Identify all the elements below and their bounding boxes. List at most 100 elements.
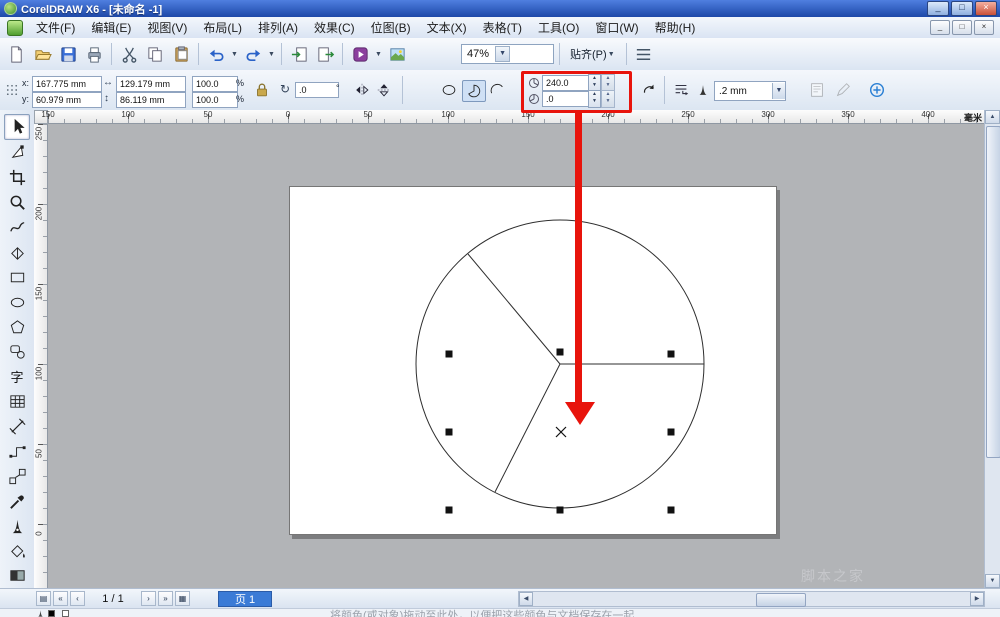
doc-close-button[interactable]: × (974, 20, 994, 35)
table-tool[interactable] (5, 390, 29, 414)
horizontal-ruler[interactable]: 毫米 15010050050100150200250300350400 (48, 110, 985, 124)
interactive-fill-tool[interactable] (5, 564, 29, 588)
handle-bottom-center[interactable] (557, 507, 564, 514)
polygon-tool[interactable] (5, 315, 29, 339)
rectangle-tool[interactable] (5, 265, 29, 289)
menu-item[interactable]: 帮助(H) (647, 17, 704, 38)
application-launcher-button[interactable] (348, 42, 372, 66)
dimension-tool[interactable] (5, 415, 29, 439)
menu-item[interactable]: 文本(X) (419, 17, 475, 38)
options-button[interactable] (632, 42, 656, 66)
welcome-screen-button[interactable] (385, 42, 409, 66)
outline-pen-tool[interactable] (5, 514, 29, 538)
menu-item[interactable]: 位图(B) (363, 17, 419, 38)
selection-center-marker[interactable] (556, 427, 566, 437)
pie-radius-upper-left[interactable] (468, 254, 560, 364)
menu-item[interactable]: 视图(V) (139, 17, 195, 38)
pie-mode-button[interactable] (462, 80, 486, 102)
shape-tool[interactable] (5, 141, 29, 165)
edit-shape-button[interactable] (832, 80, 854, 100)
pie-end-fine-stepper[interactable]: ▲▼ (601, 90, 615, 108)
scroll-left-button[interactable]: ◀ (519, 592, 533, 606)
connector-tool[interactable] (5, 440, 29, 464)
outline-width-dropdown-arrow[interactable]: ▼ (772, 83, 785, 99)
menu-item[interactable]: 工具(O) (530, 17, 587, 38)
paste-button[interactable] (169, 42, 193, 66)
ellipse-mode-button[interactable] (438, 80, 460, 100)
horizontal-scroll-thumb[interactable] (756, 593, 806, 607)
crop-tool[interactable] (5, 166, 29, 190)
handle-top-right[interactable] (668, 351, 675, 358)
open-button[interactable] (30, 42, 54, 66)
new-document-button[interactable] (4, 42, 28, 66)
close-button[interactable]: × (975, 1, 997, 16)
mirror-vertical-button[interactable] (374, 80, 394, 100)
menu-item[interactable]: 布局(L) (195, 17, 250, 38)
redo-dropdown-arrow[interactable]: ▼ (267, 51, 276, 58)
page-tab[interactable]: 页 1 (218, 591, 272, 607)
next-page-button[interactable]: › (141, 591, 156, 606)
eyedropper-tool[interactable] (5, 489, 29, 513)
handle-middle-left[interactable] (446, 429, 453, 436)
object-height-field[interactable]: 86.119 mm (116, 92, 186, 108)
menu-item[interactable]: 排列(A) (250, 17, 306, 38)
scale-v-field[interactable]: 100.0 (192, 92, 238, 108)
fill-tool[interactable] (5, 539, 29, 563)
handle-top-center[interactable] (557, 349, 564, 356)
zoom-level-combo[interactable]: 47% ▼ (461, 44, 554, 64)
print-button[interactable] (82, 42, 106, 66)
drawing-area[interactable]: 脚本之家 (48, 124, 985, 588)
ellipse-tool[interactable] (5, 290, 29, 314)
quick-customize-button[interactable] (866, 80, 888, 100)
snap-dropdown-arrow[interactable]: ▼ (607, 51, 616, 58)
change-direction-button[interactable] (638, 80, 660, 100)
x-position-field[interactable]: 167.775 mm (32, 76, 102, 92)
fill-color-chip[interactable] (62, 610, 69, 617)
pie-radius-lower-left[interactable] (495, 364, 560, 492)
handle-top-left[interactable] (446, 351, 453, 358)
doc-restore-button[interactable]: □ (952, 20, 972, 35)
cut-button[interactable] (117, 42, 141, 66)
lock-ratio-button[interactable] (252, 80, 272, 100)
redo-button[interactable] (241, 42, 265, 66)
menu-item[interactable]: 窗口(W) (587, 17, 646, 38)
text-properties-button[interactable] (806, 80, 828, 100)
basic-shapes-tool[interactable] (5, 340, 29, 364)
smart-fill-tool[interactable] (5, 240, 29, 264)
text-tool[interactable]: 字 (5, 365, 29, 389)
last-page-button[interactable]: » (158, 591, 173, 606)
menu-item[interactable]: 文件(F) (28, 17, 83, 38)
first-page-button[interactable]: « (53, 591, 68, 606)
handle-bottom-left[interactable] (446, 507, 453, 514)
outline-color-chip[interactable] (48, 610, 55, 617)
menu-item[interactable]: 效果(C) (306, 17, 363, 38)
export-button[interactable] (313, 42, 337, 66)
zoom-tool[interactable] (5, 191, 29, 215)
page-list-button[interactable]: ▤ (36, 591, 51, 606)
scroll-up-button[interactable]: ▲ (985, 110, 1000, 124)
vertical-scroll-thumb[interactable] (986, 126, 1000, 458)
object-width-field[interactable]: 129.179 mm (116, 76, 186, 92)
rotation-angle-field[interactable]: .0 (295, 82, 339, 98)
doc-minimize-button[interactable]: _ (930, 20, 950, 35)
copy-button[interactable] (143, 42, 167, 66)
scroll-right-button[interactable]: ▶ (970, 592, 984, 606)
import-button[interactable] (287, 42, 311, 66)
mirror-horizontal-button[interactable] (352, 80, 372, 100)
pie-end-angle-field[interactable]: .0 (542, 91, 590, 107)
pie-start-angle-field[interactable]: 240.0 (542, 75, 590, 91)
vertical-ruler[interactable]: 250200150100500 (34, 124, 48, 588)
menu-item[interactable]: 编辑(E) (83, 17, 139, 38)
pick-tool[interactable] (4, 114, 30, 140)
blend-tool[interactable] (5, 464, 29, 488)
restore-button[interactable]: □ (951, 1, 973, 16)
scroll-down-button[interactable]: ▼ (985, 574, 1000, 588)
pie-circle-object[interactable] (416, 220, 704, 508)
launcher-dropdown-arrow[interactable]: ▼ (374, 51, 383, 58)
menu-item[interactable]: 表格(T) (475, 17, 530, 38)
undo-button[interactable] (204, 42, 228, 66)
horizontal-scrollbar[interactable]: ◀ ▶ (518, 591, 985, 607)
outline-width-combo[interactable]: .2 mm ▼ (714, 81, 786, 101)
arc-mode-button[interactable] (486, 80, 508, 100)
pie-end-stepper[interactable]: ▲▼ (588, 90, 601, 108)
